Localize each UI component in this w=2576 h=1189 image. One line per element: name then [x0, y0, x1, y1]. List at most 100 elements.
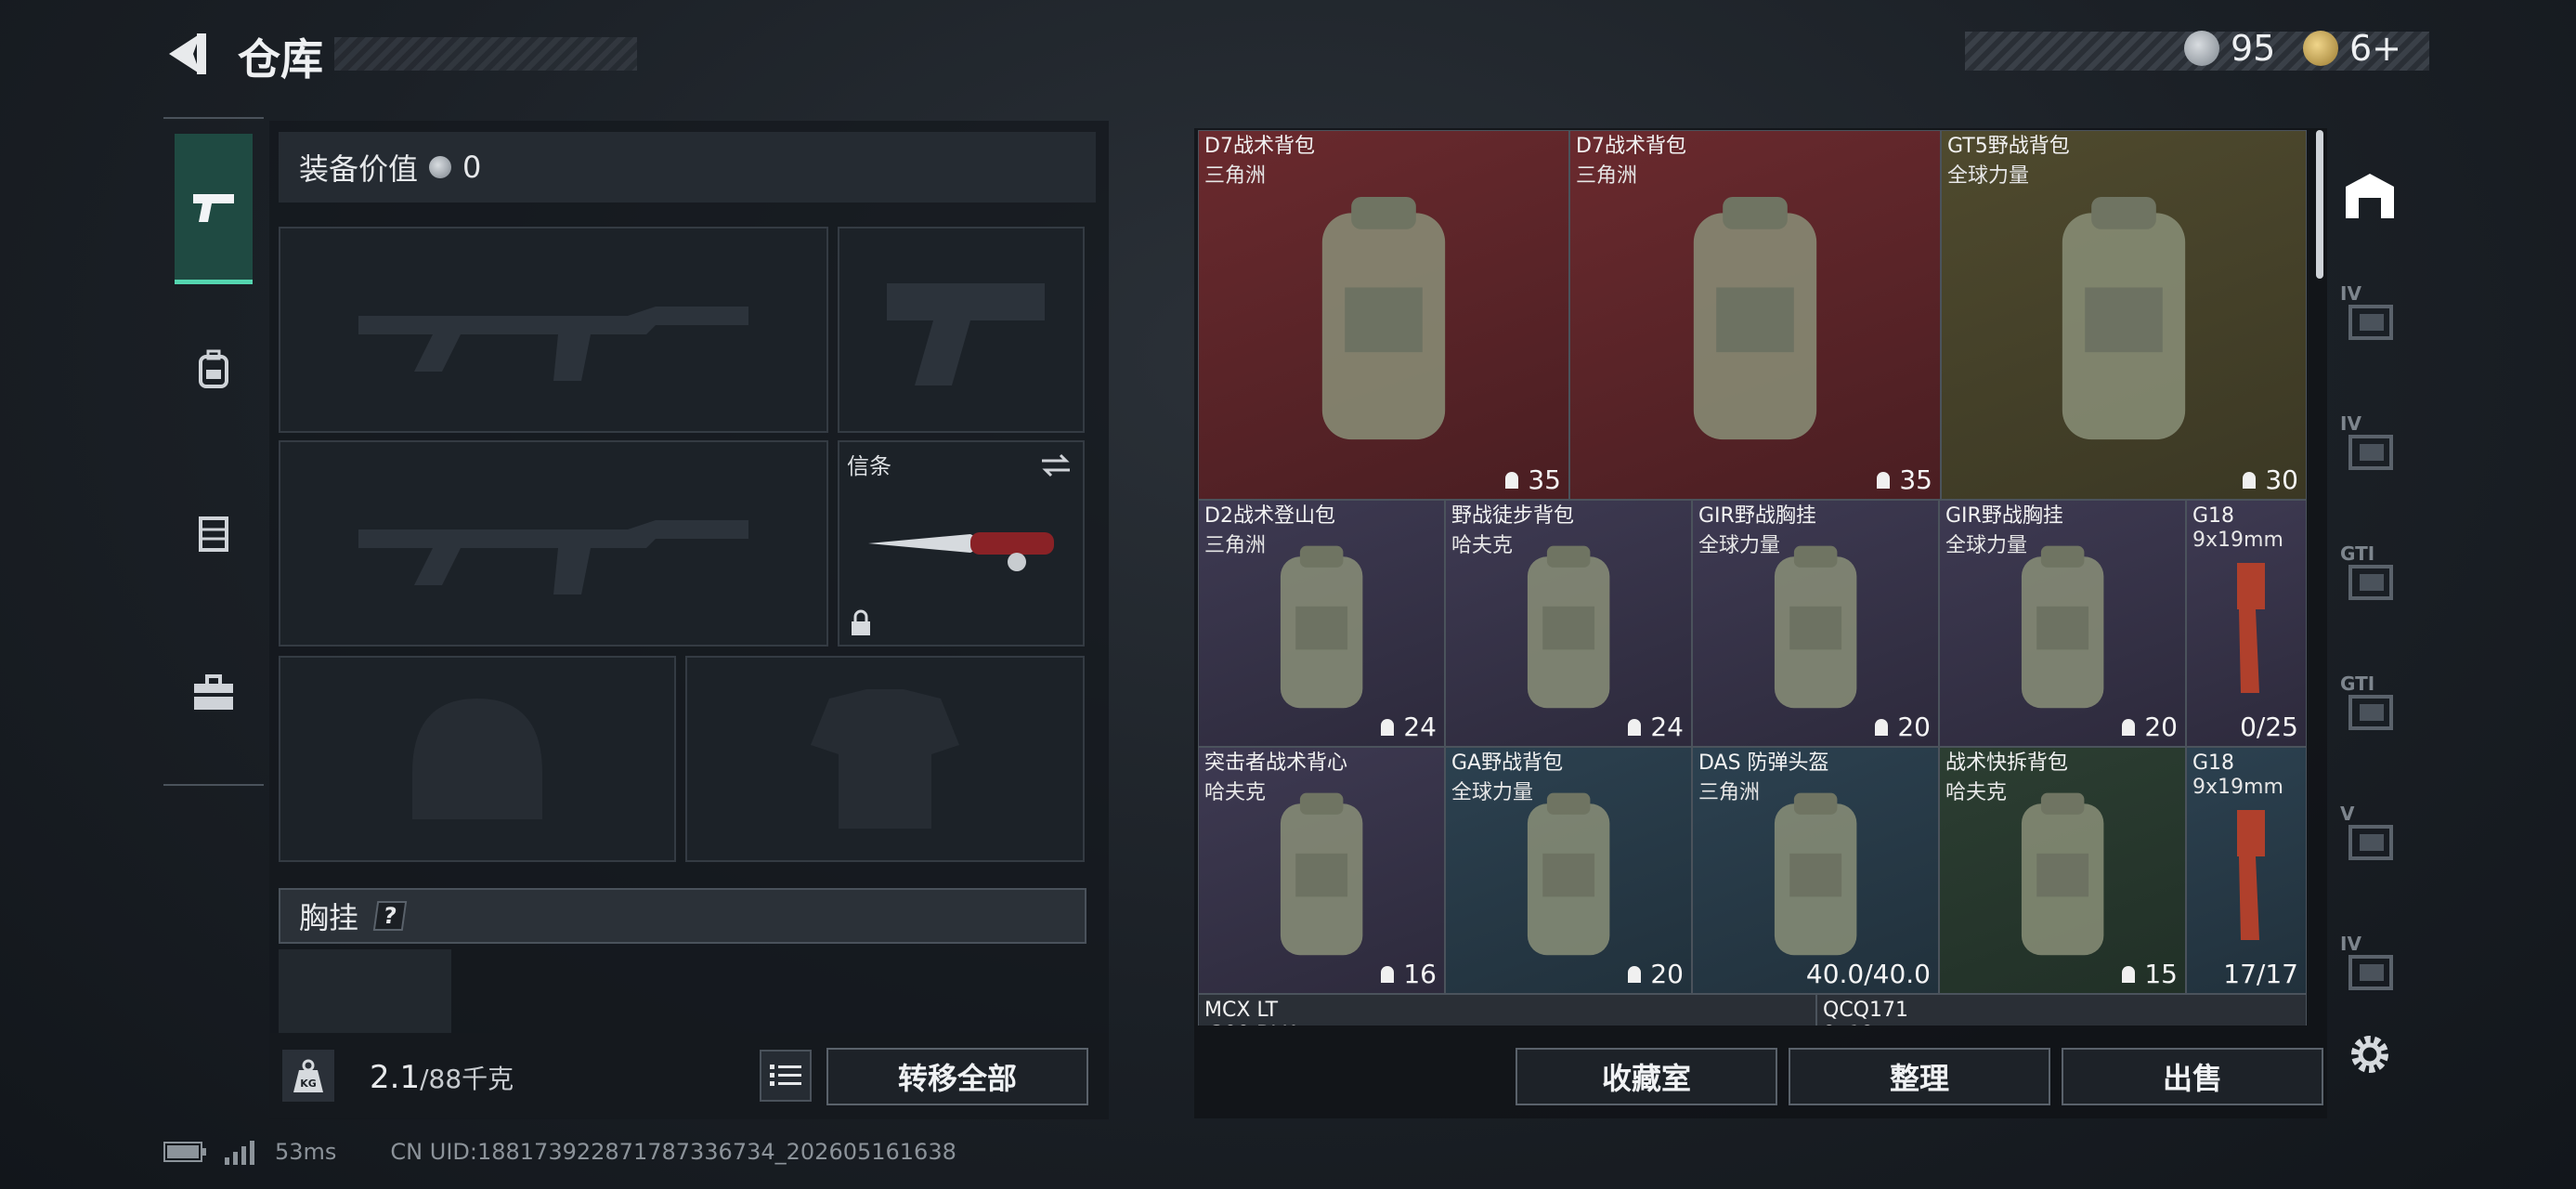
- tab-storage[interactable]: [2333, 154, 2407, 238]
- inventory-item[interactable]: GT5野战背包 全球力量 30: [1941, 130, 2307, 500]
- item-capacity: 20: [1624, 959, 1684, 989]
- storage-tab-label: IV: [2340, 933, 2361, 955]
- settings-button[interactable]: [2333, 1013, 2407, 1096]
- inventory-item[interactable]: 战术快拆背包 哈夫克 15: [1939, 747, 2186, 994]
- item-count: 40.0/40.0: [1805, 959, 1931, 989]
- inventory-scrollbar[interactable]: [2316, 130, 2323, 279]
- item-origin: .300 BLK: [1204, 1023, 1295, 1026]
- item-image-icon: [1940, 785, 2185, 965]
- storage-tab[interactable]: GTI: [2333, 665, 2407, 749]
- weight-current: 2.1: [370, 1059, 421, 1096]
- rifle-silhouette-icon: [280, 229, 826, 431]
- help-icon[interactable]: ?: [372, 901, 408, 931]
- sell-button[interactable]: 出售: [2062, 1048, 2323, 1105]
- item-count: 20: [1897, 712, 1931, 742]
- item-name: 突击者战术背心: [1204, 751, 1348, 775]
- capacity-icon: [1381, 965, 1395, 983]
- back-button[interactable]: [160, 28, 212, 80]
- inventory-item[interactable]: G18 9x19mm 0/25: [2186, 500, 2307, 747]
- collection-room-button[interactable]: 收藏室: [1516, 1048, 1777, 1105]
- pistol-slot[interactable]: [838, 227, 1085, 433]
- gear-icon: [2351, 1036, 2388, 1073]
- chest-rig-header: 胸挂 ?: [279, 888, 1086, 944]
- tab-backpack[interactable]: [175, 323, 253, 416]
- inventory-item[interactable]: GIR野战胸挂 全球力量 20: [1692, 500, 1939, 747]
- storage-tab[interactable]: GTI: [2333, 535, 2407, 619]
- item-count: 35: [1899, 464, 1932, 495]
- inventory-item[interactable]: 野战徒步背包 哈夫克 24: [1445, 500, 1692, 747]
- storage-tab[interactable]: IV: [2333, 925, 2407, 1009]
- item-name: GIR野战胸挂: [1698, 504, 1816, 528]
- capacity-icon: [2122, 965, 2136, 983]
- item-image-icon: [1446, 785, 1691, 965]
- inventory-item[interactable]: D7战术背包 三角洲 35: [1569, 130, 1941, 500]
- item-count: 16: [1403, 959, 1437, 989]
- chest-rig-slot[interactable]: [279, 949, 451, 1033]
- inventory-item[interactable]: GIR野战胸挂 全球力量 20: [1939, 500, 2186, 747]
- gold-coin-icon: [2303, 31, 2338, 66]
- storage-tab-label: GTI: [2340, 542, 2375, 565]
- item-name: GA野战背包: [1451, 751, 1564, 775]
- list-view-button[interactable]: [760, 1050, 812, 1102]
- inventory-item[interactable]: G18 9x19mm 17/17: [2186, 747, 2307, 994]
- item-count: 24: [1403, 712, 1437, 742]
- item-capacity: 24: [1377, 712, 1437, 742]
- transfer-all-button[interactable]: 转移全部: [826, 1048, 1088, 1105]
- chest-rig-label: 胸挂: [299, 900, 359, 935]
- gold-currency[interactable]: 6+: [2303, 28, 2401, 69]
- item-name: 野战徒步背包: [1451, 504, 1575, 528]
- battery-icon: [163, 1142, 206, 1162]
- tab-vest[interactable]: [175, 487, 253, 580]
- item-name: D7战术背包: [1576, 135, 1686, 158]
- user-uid: CN UID:1881739228717873367​34_2026051616…: [390, 1139, 956, 1165]
- svg-text:KG: KG: [300, 1078, 317, 1090]
- inventory-item[interactable]: D2战术登山包 三角洲 24: [1198, 500, 1445, 747]
- lock-icon: [852, 609, 870, 635]
- storage-tab[interactable]: V: [2333, 795, 2407, 879]
- inventory-item[interactable]: 突击者战术背心 哈夫克 16: [1198, 747, 1445, 994]
- item-image-icon: [1570, 168, 1940, 471]
- item-name: DAS 防弹头盔: [1698, 751, 1829, 775]
- item-name: GT5野战背包: [1947, 135, 2070, 158]
- secondary-weapon-slot[interactable]: [279, 440, 828, 647]
- inventory-item[interactable]: DAS 防弹头盔 三角洲 40.0/40.0: [1692, 747, 1939, 994]
- capacity-icon: [1628, 965, 1642, 983]
- knife-icon: [839, 442, 1083, 645]
- briefcase-icon: [194, 674, 233, 710]
- weight-readout: 2.1/88千克: [370, 1059, 514, 1096]
- armor-slot[interactable]: [685, 656, 1085, 862]
- inventory-item[interactable]: D7战术背包 三角洲 35: [1198, 130, 1569, 500]
- capacity-icon: [2243, 471, 2257, 489]
- organize-button[interactable]: 整理: [1789, 1048, 2050, 1105]
- inventory-item[interactable]: QCQ1719x19mm: [1816, 994, 2307, 1026]
- weight-max: /88千克: [420, 1064, 514, 1094]
- helmet-slot[interactable]: [279, 656, 676, 862]
- silver-currency: 95: [2184, 28, 2275, 69]
- tab-weapons[interactable]: [175, 134, 253, 284]
- title-stripe-decoration: [334, 37, 637, 71]
- signal-icon: [225, 1141, 254, 1165]
- storage-tab[interactable]: IV: [2333, 275, 2407, 359]
- item-count: 0/25: [2240, 712, 2298, 742]
- storage-tab[interactable]: IV: [2333, 405, 2407, 489]
- primary-weapon-slot[interactable]: [279, 227, 828, 433]
- item-image-icon: [2187, 538, 2306, 718]
- item-capacity: 16: [1377, 959, 1437, 989]
- pistol-icon: [193, 193, 234, 222]
- inventory-item[interactable]: GA野战背包 全球力量 20: [1445, 747, 1692, 994]
- item-capacity: 24: [1624, 712, 1684, 742]
- item-image-icon: [1199, 168, 1568, 471]
- item-count: 20: [2144, 712, 2178, 742]
- silver-coin-icon: [429, 156, 452, 178]
- storage-tab-label: IV: [2340, 412, 2361, 435]
- item-capacity: 0/25: [2240, 712, 2298, 742]
- item-capacity: 40.0/40.0: [1806, 959, 1931, 989]
- storage-icon: [2346, 174, 2394, 218]
- melee-slot[interactable]: 信条: [838, 440, 1085, 647]
- tab-toolkit[interactable]: [175, 647, 253, 739]
- item-capacity: 35: [1873, 464, 1932, 495]
- item-name: D2战术登山包: [1204, 504, 1335, 528]
- inventory-item[interactable]: MCX LT.300 BLK: [1198, 994, 1816, 1026]
- item-name: G18: [2192, 751, 2235, 775]
- item-capacity: 15: [2118, 959, 2178, 989]
